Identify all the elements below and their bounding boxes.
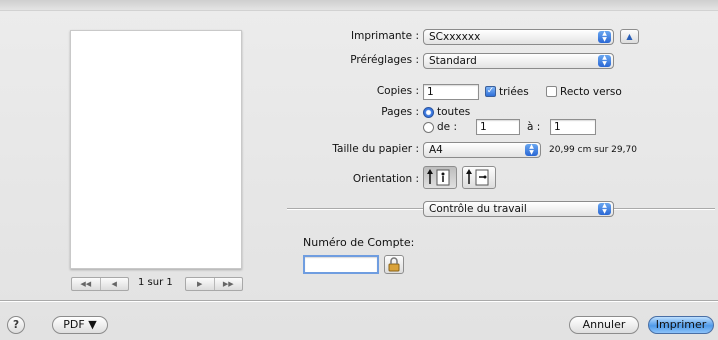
popup-arrows-icon: ▲ ▼ bbox=[598, 55, 611, 67]
popup-arrows-icon: ▲ ▼ bbox=[598, 203, 611, 215]
presets-value: Standard bbox=[429, 55, 477, 67]
pages-to-input[interactable]: 1 bbox=[550, 119, 596, 135]
print-button[interactable]: Imprimer bbox=[648, 316, 714, 334]
first-page-icon[interactable]: ◀◀ bbox=[72, 278, 101, 290]
presets-select[interactable]: Standard ▲ ▼ bbox=[423, 53, 614, 69]
triangle-up-icon: ▲ bbox=[626, 32, 633, 41]
last-page-icon[interactable]: ▶▶ bbox=[215, 278, 243, 290]
account-number-label: Numéro de Compte: bbox=[303, 236, 415, 249]
collated-checkbox[interactable]: ✓ bbox=[485, 86, 496, 97]
pages-to-label: à : bbox=[527, 121, 541, 133]
preview-back-buttons[interactable]: ◀◀ ◀ bbox=[71, 277, 129, 291]
printer-label: Imprimante : bbox=[351, 30, 419, 42]
duplex-checkbox[interactable] bbox=[546, 86, 557, 97]
cancel-button[interactable]: Annuler bbox=[569, 316, 639, 334]
landscape-icon bbox=[466, 169, 489, 186]
portrait-orientation-button[interactable] bbox=[423, 166, 457, 189]
next-page-icon[interactable]: ▶ bbox=[186, 278, 215, 290]
collapse-details-button[interactable]: ▲ bbox=[620, 29, 639, 44]
window-top-edge bbox=[0, 0, 718, 11]
account-number-input[interactable] bbox=[303, 255, 379, 274]
pages-range-label: de : bbox=[437, 121, 458, 133]
collated-label: triées bbox=[499, 86, 529, 98]
portrait-icon bbox=[427, 169, 450, 186]
lock-button[interactable] bbox=[384, 255, 404, 274]
paper-size-value: A4 bbox=[429, 144, 443, 156]
paper-size-label: Taille du papier : bbox=[332, 143, 419, 155]
copies-input[interactable]: 1 bbox=[423, 84, 479, 100]
help-button[interactable]: ? bbox=[7, 316, 25, 334]
page-indicator: 1 sur 1 bbox=[138, 277, 173, 288]
printer-select[interactable]: SCxxxxxx ▲ ▼ bbox=[423, 29, 614, 45]
pages-label: Pages : bbox=[381, 106, 419, 118]
lock-icon bbox=[388, 257, 400, 272]
presets-label: Préréglages : bbox=[350, 54, 419, 66]
pages-from-input[interactable]: 1 bbox=[476, 119, 520, 135]
pdf-menu-button[interactable]: PDF ▼ bbox=[52, 316, 108, 334]
pages-range-radio[interactable] bbox=[423, 122, 434, 133]
printer-value: SCxxxxxx bbox=[429, 31, 481, 43]
duplex-label: Recto verso bbox=[560, 86, 622, 98]
print-panel-select[interactable]: Contrôle du travail ▲ ▼ bbox=[423, 201, 614, 217]
footer-separator bbox=[0, 300, 718, 302]
popup-arrows-icon: ▲ ▼ bbox=[598, 31, 611, 43]
paper-dimensions: 20,99 cm sur 29,70 bbox=[549, 145, 637, 155]
copies-label: Copies : bbox=[376, 85, 419, 97]
print-preview-page bbox=[70, 30, 242, 269]
popup-arrows-icon: ▲ ▼ bbox=[525, 144, 538, 156]
print-panel-value: Contrôle du travail bbox=[429, 203, 527, 215]
orientation-label: Orientation : bbox=[352, 173, 419, 185]
landscape-orientation-button[interactable] bbox=[462, 166, 496, 189]
pages-all-radio[interactable] bbox=[423, 107, 434, 118]
paper-size-select[interactable]: A4 ▲ ▼ bbox=[423, 142, 541, 158]
prev-page-icon[interactable]: ◀ bbox=[101, 278, 129, 290]
preview-forward-buttons[interactable]: ▶ ▶▶ bbox=[185, 277, 243, 291]
